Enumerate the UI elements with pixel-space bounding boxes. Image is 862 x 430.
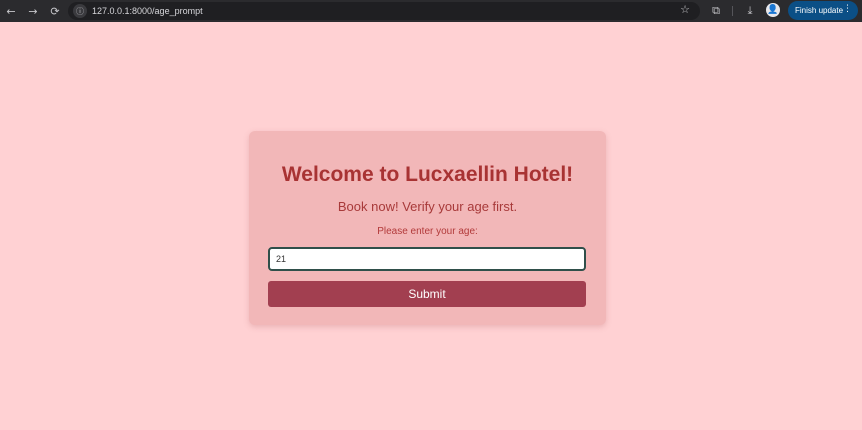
age-input[interactable]: [268, 247, 586, 271]
extensions-icon[interactable]: ⧉: [708, 3, 724, 19]
page-title: Welcome to Lucxaellin Hotel!: [281, 163, 574, 186]
browser-toolbar: ← → ⟳ ⓘ 127.0.0.1:8000/age_prompt ☆ ⧉ ⤓ …: [0, 0, 862, 22]
reload-icon[interactable]: ⟳: [44, 0, 66, 22]
submit-button[interactable]: Submit: [268, 281, 586, 307]
download-icon[interactable]: ⤓: [742, 3, 758, 19]
url-text[interactable]: 127.0.0.1:8000/age_prompt: [92, 6, 203, 16]
forward-icon[interactable]: →: [22, 0, 44, 22]
toolbar-divider: [732, 6, 733, 16]
age-prompt-label: Please enter your age:: [377, 226, 478, 237]
profile-avatar-icon[interactable]: 👤: [766, 3, 780, 17]
subtitle: Book now! Verify your age first.: [337, 199, 518, 214]
back-icon[interactable]: ←: [0, 0, 22, 22]
bookmark-star-icon[interactable]: ☆: [680, 3, 690, 16]
address-bar[interactable]: ⓘ 127.0.0.1:8000/age_prompt ☆: [68, 2, 700, 20]
finish-update-label: Finish update: [795, 6, 844, 15]
site-info-icon[interactable]: ⓘ: [73, 4, 87, 18]
age-verification-card: Welcome to Lucxaellin Hotel! Book now! V…: [249, 131, 606, 325]
finish-update-button[interactable]: Finish update ⋮: [788, 1, 858, 20]
menu-dots-icon[interactable]: ⋮: [843, 4, 852, 14]
